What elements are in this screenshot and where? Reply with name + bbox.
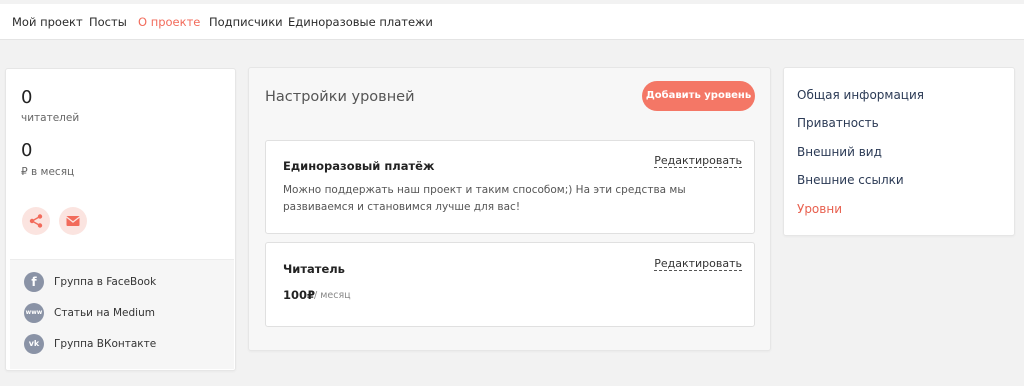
top-navigation: Мой проект Посты О проекте Подписчики Ед… [0,0,1024,40]
menu-levels[interactable]: Уровни [797,202,842,216]
vk-icon: vk [24,334,44,354]
level-card-reader: Читатель Редактировать 100₽ / месяц [265,242,755,327]
level-description: Можно поддержать наш проект и таким спос… [283,184,686,213]
nav-tab-posts[interactable]: Посты [89,15,127,29]
readers-label: читателей [21,112,80,124]
menu-appearance[interactable]: Внешний вид [797,145,882,159]
vk-group-label: Группа ВКонтакте [54,338,157,350]
project-stats-card: 0 читателей 0 ₽ в месяц f Группа в FaceB… [5,68,236,371]
level-card-one-time: Единоразовый платёж Редактировать Можно … [265,140,755,234]
levels-settings-panel: Настройки уровней Добавить уровень Едино… [248,67,771,351]
medium-articles-label: Статьи на Medium [54,307,155,319]
menu-external-links[interactable]: Внешние ссылки [797,173,904,187]
monthly-income-label: ₽ в месяц [21,166,75,178]
levels-settings-title: Настройки уровней [265,89,415,105]
nav-tab-my-project[interactable]: Мой проект [12,15,83,29]
email-button[interactable] [59,207,87,235]
nav-tab-subscribers[interactable]: Подписчики [209,15,283,29]
mail-icon [66,216,80,226]
menu-privacy[interactable]: Приватность [797,116,879,130]
level-period: / месяц [314,290,351,301]
nav-tab-about[interactable]: О проекте [138,15,200,29]
nav-tab-one-time-payments[interactable]: Единоразовые платежи [288,15,433,29]
social-links: f Группа в FaceBook www Статьи на Medium… [10,259,234,369]
www-icon: www [24,303,44,323]
level-price: 100₽ [283,288,316,302]
facebook-group-label: Группа в FaceBook [54,276,157,288]
monthly-income: 0 [21,140,33,161]
readers-count: 0 [21,87,33,108]
share-icon [29,214,43,228]
menu-general-info[interactable]: Общая информация [797,88,924,102]
facebook-icon: f [24,272,44,292]
edit-level-link[interactable]: Редактировать [654,257,742,271]
settings-menu: Общая информация Приватность Внешний вид… [783,67,1015,236]
share-button[interactable] [22,207,50,235]
level-title: Читатель [283,262,345,276]
add-level-button[interactable]: Добавить уровень [642,81,755,111]
level-title: Единоразовый платёж [283,159,435,173]
edit-level-link[interactable]: Редактировать [654,154,742,168]
